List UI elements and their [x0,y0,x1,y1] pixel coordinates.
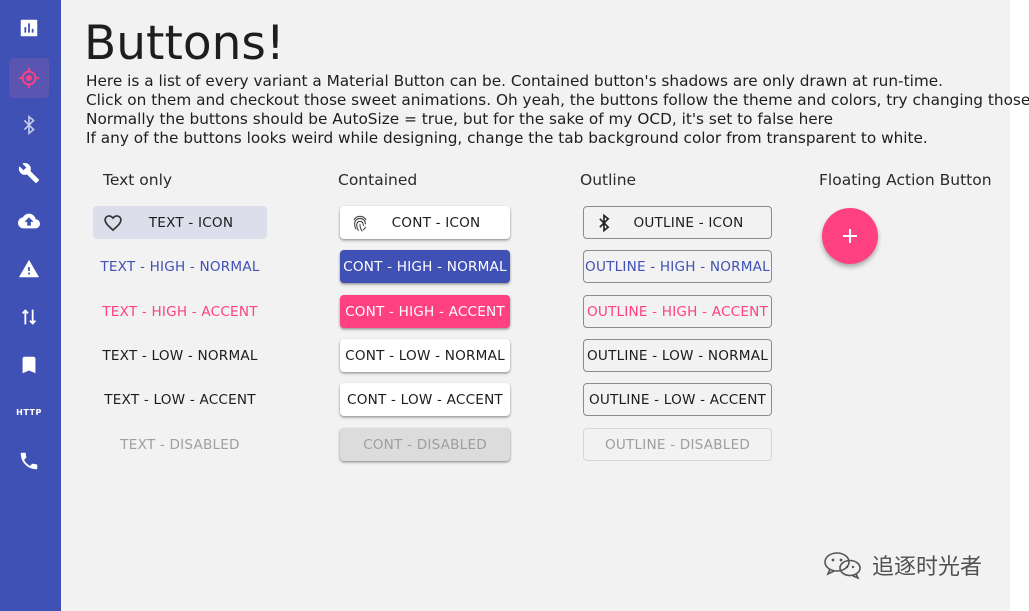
outline-low-normal-button[interactable]: OUTLINE - LOW - NORMAL [583,339,772,372]
sidebar-item-tools[interactable] [9,153,49,193]
warning-icon [18,259,40,278]
floating-action-button[interactable] [822,208,878,264]
button-label: TEXT - HIGH - ACCENT [102,303,258,320]
description: Here is a list of every variant a Materi… [86,72,1029,148]
cont-low-accent-button[interactable]: CONT - LOW - ACCENT [340,383,510,416]
description-line: Normally the buttons should be AutoSize … [86,110,834,128]
button-label: TEXT - DISABLED [120,436,240,453]
text-high-accent-button[interactable]: TEXT - HIGH - ACCENT [93,295,267,328]
wrench-icon [18,163,40,184]
button-label: TEXT - HIGH - NORMAL [100,258,260,275]
bar-chart-icon [20,19,38,37]
app-window: HTTP Buttons! Here is a list of every va… [0,0,1029,611]
sidebar-item-warning[interactable] [9,249,49,289]
fingerprint-icon [350,213,370,233]
cont-high-accent-button[interactable]: CONT - HIGH - ACCENT [340,295,510,328]
plus-icon [843,229,857,243]
outline-low-accent-button[interactable]: OUTLINE - LOW - ACCENT [583,383,772,416]
heart-outline-icon [103,213,123,233]
button-label: OUTLINE - LOW - NORMAL [587,347,768,364]
text-low-normal-button[interactable]: TEXT - LOW - NORMAL [93,339,267,372]
cont-disabled-button: CONT - DISABLED [340,428,510,461]
sidebar-item-phone[interactable] [9,441,49,481]
button-label: TEXT - LOW - ACCENT [104,391,256,408]
description-line: Click on them and checkout those sweet a… [86,91,1029,109]
description-line: Here is a list of every variant a Materi… [86,72,943,90]
cont-low-normal-button[interactable]: CONT - LOW - NORMAL [340,339,510,372]
sidebar-item-swap[interactable] [9,297,49,337]
button-label: CONT - LOW - NORMAL [345,347,505,364]
contained-header: Contained [338,171,418,189]
button-label: CONT - LOW - ACCENT [347,391,503,408]
phone-icon [20,452,38,470]
button-label: CONT - DISABLED [363,436,487,453]
cont-high-normal-button[interactable]: CONT - HIGH - NORMAL [340,250,510,283]
gps-target-icon [18,67,40,89]
bluetooth-icon [594,213,614,233]
bookmark-icon [22,356,36,374]
sidebar-item-charts[interactable] [9,8,49,48]
cloud-upload-icon [18,213,40,229]
outline-icon-button[interactable]: OUTLINE - ICON [583,206,772,239]
outline-high-normal-button[interactable]: OUTLINE - HIGH - NORMAL [583,250,772,283]
sidebar: HTTP [0,0,61,611]
swap-vertical-icon [21,309,37,325]
button-label: CONT - HIGH - NORMAL [343,258,507,275]
sidebar-item-http[interactable]: HTTP [9,392,49,432]
button-label: OUTLINE - HIGH - NORMAL [585,258,770,275]
text-low-accent-button[interactable]: TEXT - LOW - ACCENT [93,383,267,416]
watermark-text: 追逐时光者 [872,555,983,580]
button-label: OUTLINE - HIGH - ACCENT [586,303,769,320]
wechat-icon [824,552,861,580]
button-label: OUTLINE - ICON [633,214,744,231]
text-only-header: Text only [103,171,173,189]
button-label: OUTLINE - DISABLED [604,436,751,453]
sidebar-item-bluetooth[interactable] [9,105,49,145]
sidebar-item-target[interactable] [9,58,49,98]
outline-disabled-button: OUTLINE - DISABLED [583,428,772,461]
button-label: TEXT - LOW - NORMAL [102,347,258,364]
button-label: OUTLINE - LOW - ACCENT [588,391,767,408]
fab-header: Floating Action Button [819,171,992,189]
text-high-normal-button[interactable]: TEXT - HIGH - NORMAL [93,250,267,283]
watermark: 追逐时光者 [822,549,982,581]
text-icon-button[interactable]: TEXT - ICON [93,206,267,239]
text-disabled-button: TEXT - DISABLED [93,428,267,461]
http-icon: HTTP [16,407,42,417]
outline-header: Outline [580,171,637,189]
cont-icon-button[interactable]: CONT - ICON [340,206,510,239]
description-line: If any of the buttons looks weird while … [86,129,928,147]
outline-high-accent-button[interactable]: OUTLINE - HIGH - ACCENT [583,295,772,328]
bluetooth-icon [23,115,35,135]
page-title: Buttons! [84,16,285,71]
sidebar-item-upload[interactable] [9,201,49,241]
button-label: TEXT - ICON [148,214,234,231]
button-label: CONT - HIGH - ACCENT [345,303,505,320]
button-label: CONT - ICON [391,214,481,231]
sidebar-item-bookmark[interactable] [9,345,49,385]
